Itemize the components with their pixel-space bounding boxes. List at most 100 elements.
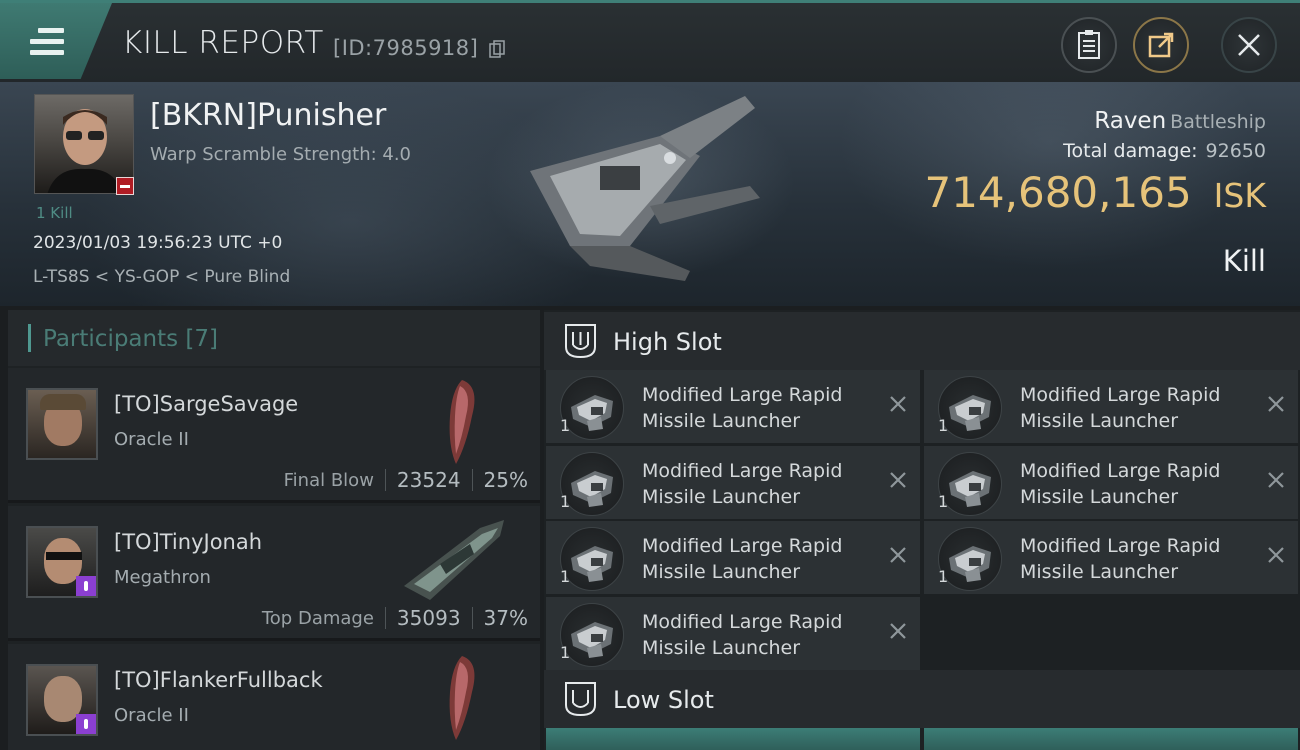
- oracle-ship-icon[interactable]: [400, 376, 510, 466]
- close-icon: [1238, 34, 1260, 56]
- fitting-panel: High Slot 1 Modified Large Rapid Missile L…: [544, 310, 1300, 750]
- share-button[interactable]: [1133, 17, 1189, 73]
- module-name-line1: Modified Large Rapid: [642, 610, 843, 633]
- total-damage-value: 92650: [1205, 140, 1266, 162]
- total-damage: Total damage: 92650: [1063, 140, 1266, 162]
- security-tag-icon: [76, 576, 96, 596]
- module-name-line1: Modified Large Rapid: [642, 535, 843, 557]
- module-name: Modified Large Rapid Missile Launcher: [642, 382, 872, 434]
- module-name: Modified Large Rapid Missile Launcher: [642, 609, 872, 661]
- module-name: Modified Large Rapid Missile Launcher: [1020, 458, 1250, 510]
- oracle-ship-icon[interactable]: [400, 652, 510, 742]
- remove-icon[interactable]: [1262, 390, 1290, 418]
- participant-stats: Final Blow 23524 25%: [284, 468, 528, 492]
- title-bar: KILL REPORT [ID:7985918]: [0, 0, 1300, 82]
- remove-icon[interactable]: [1262, 541, 1290, 569]
- participant-row[interactable]: [TO]FlankerFullback Oracle II: [8, 644, 540, 750]
- remove-icon[interactable]: [884, 541, 912, 569]
- kill-count: 1 Kill: [36, 204, 73, 222]
- high-slot-header: High Slot: [544, 312, 1300, 370]
- high-slot-label: High Slot: [613, 328, 722, 356]
- high-slot-module[interactable]: 1 Modified Large Rapid Missile Launcher: [924, 521, 1298, 594]
- module-name-line1: Modified Large Rapid: [642, 384, 843, 406]
- close-button[interactable]: [1221, 17, 1277, 73]
- low-slot-icon: [565, 682, 596, 717]
- security-tag-icon: [76, 714, 96, 734]
- module-name-line2: Missile Launcher: [642, 636, 801, 659]
- participant-damage: 35093: [396, 606, 461, 630]
- report-type: Kill: [1222, 244, 1266, 278]
- participant-row[interactable]: [TO]SargeSavage Oracle II Final Blow 235…: [8, 368, 540, 503]
- module-name-line1: Modified Large Rapid: [1020, 384, 1221, 406]
- copy-icon[interactable]: [489, 40, 505, 58]
- report-id: [ID:7985918]: [333, 36, 479, 60]
- menu-button[interactable]: [0, 3, 112, 79]
- participant-stats: Top Damage 35093 37%: [262, 606, 528, 630]
- low-slot-module[interactable]: [546, 728, 920, 750]
- participants-panel: Participants [7] [TO]SargeSavage Oracle …: [8, 310, 540, 750]
- low-slot-module[interactable]: [924, 728, 1298, 750]
- victim-name[interactable]: [BKRN]Punisher: [150, 98, 386, 133]
- participant-damage: 23524: [396, 468, 461, 492]
- module-name: Modified Large Rapid Missile Launcher: [1020, 382, 1250, 434]
- module-quantity: 1: [560, 567, 571, 586]
- participant-ship: Megathron: [114, 567, 211, 588]
- isk-unit: ISK: [1213, 176, 1266, 215]
- clipboard-button[interactable]: [1061, 17, 1117, 73]
- module-quantity: 1: [938, 567, 949, 586]
- module-name: Modified Large Rapid Missile Launcher: [1020, 533, 1250, 585]
- module-name-line2: Missile Launcher: [1020, 561, 1179, 583]
- warp-scramble-strength: Warp Scramble Strength: 4.0: [150, 144, 412, 165]
- module-quantity: 1: [560, 642, 571, 662]
- participants-header: Participants [7]: [8, 310, 540, 366]
- participant-name[interactable]: [TO]FlankerFullback: [114, 668, 323, 692]
- participant-name[interactable]: [TO]SargeSavage: [114, 392, 298, 416]
- total-damage-label: Total damage:: [1063, 140, 1198, 162]
- megathron-ship-icon[interactable]: [400, 514, 510, 604]
- clipboard-icon: [1078, 30, 1100, 59]
- low-slot-header: Low Slot: [544, 670, 1300, 728]
- module-name-line1: Modified Large Rapid: [1020, 535, 1221, 557]
- remove-icon[interactable]: [884, 617, 912, 645]
- participant-role: Top Damage: [261, 607, 374, 629]
- high-slot-module[interactable]: 1 Modified Large Rapid Missile Launcher: [546, 445, 920, 519]
- remove-icon[interactable]: [1262, 466, 1290, 494]
- high-slot-module[interactable]: 1 Modified Large Rapid Missile Launcher: [924, 370, 1298, 443]
- module-quantity: 1: [938, 491, 949, 511]
- ship-render-image: [530, 96, 760, 281]
- participant-percent: 37%: [483, 606, 528, 630]
- module-name-line2: Missile Launcher: [1020, 485, 1179, 508]
- victim-ship[interactable]: Raven Battleship: [1094, 108, 1266, 134]
- module-name-line2: Missile Launcher: [642, 561, 801, 583]
- remove-icon[interactable]: [884, 390, 912, 418]
- participant-ship: Oracle II: [114, 705, 189, 726]
- kill-location[interactable]: L-TS8S < YS-GOP < Pure Blind: [33, 267, 290, 287]
- page-title: KILL REPORT: [122, 25, 324, 61]
- participant-name[interactable]: [TO]TinyJonah: [114, 530, 262, 554]
- module-name-line1: Modified Large Rapid: [1020, 459, 1221, 482]
- module-name: Modified Large Rapid Missile Launcher: [642, 458, 872, 510]
- module-name-line1: Modified Large Rapid: [642, 459, 843, 482]
- participant-avatar[interactable]: [26, 388, 98, 460]
- remove-icon[interactable]: [884, 466, 912, 494]
- module-quantity: 1: [560, 416, 571, 435]
- participant-percent: 25%: [483, 468, 528, 492]
- share-icon: [1148, 32, 1174, 58]
- corp-badge: [116, 177, 134, 195]
- victim-banner: [BKRN]Punisher Warp Scramble Strength: 4…: [0, 82, 1300, 306]
- participant-ship: Oracle II: [114, 429, 189, 450]
- module-quantity: 1: [560, 491, 571, 511]
- high-slot-module[interactable]: 1 Modified Large Rapid Missile Launcher: [546, 370, 920, 443]
- participant-row[interactable]: [TO]TinyJonah Megathron Top Damage 35093…: [8, 506, 540, 641]
- low-slot-label: Low Slot: [613, 686, 714, 714]
- high-slot-icon: [565, 324, 596, 359]
- high-slot-module[interactable]: 1 Modified Large Rapid Missile Launcher: [546, 596, 920, 670]
- participant-avatar[interactable]: [26, 664, 98, 736]
- kill-datetime: 2023/01/03 19:56:23 UTC +0: [33, 233, 283, 253]
- participant-avatar[interactable]: [26, 526, 98, 598]
- participant-role: Final Blow: [283, 469, 374, 491]
- high-slot-module[interactable]: 1 Modified Large Rapid Missile Launcher: [924, 445, 1298, 519]
- module-name-line2: Missile Launcher: [1020, 410, 1179, 432]
- high-slot-module[interactable]: 1 Modified Large Rapid Missile Launcher: [546, 521, 920, 594]
- ship-name: Raven: [1094, 108, 1167, 134]
